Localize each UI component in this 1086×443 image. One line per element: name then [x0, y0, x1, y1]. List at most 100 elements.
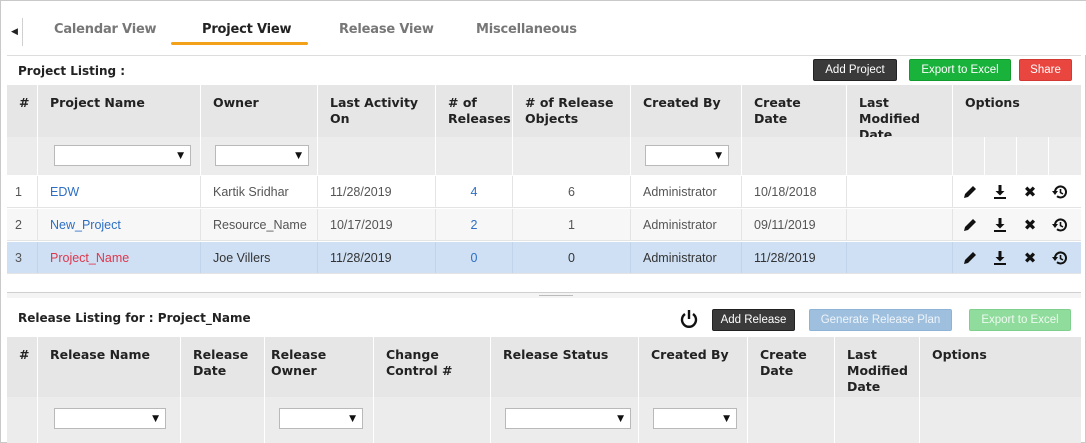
col-header-change-control[interactable]: Change Control #	[374, 337, 491, 397]
add-project-button[interactable]: Add Project	[813, 59, 897, 81]
chevron-down-icon: ▼	[723, 413, 730, 424]
release-filter-row: ▼ ▼ ▼ ▼	[7, 397, 1081, 443]
project-listing-title: Project Listing :	[18, 64, 126, 78]
download-icon[interactable]	[986, 209, 1014, 240]
project-name-link[interactable]: EDW	[50, 185, 79, 199]
col-header-number: #	[7, 337, 38, 397]
share-button[interactable]: Share	[1019, 59, 1072, 81]
col-header-last-activity[interactable]: Last Activity On	[318, 85, 436, 137]
release-created-by-filter-select[interactable]: ▼	[653, 408, 737, 429]
owner-filter-select[interactable]: ▼	[215, 145, 309, 166]
app-frame: ◀ Calendar View Project View Release Vie…	[0, 0, 1086, 443]
close-icon[interactable]: ✖	[1016, 242, 1044, 273]
history-icon[interactable]	[1046, 209, 1074, 240]
last-activity-cell: 11/28/2019	[318, 242, 436, 273]
create-date-cell: 11/28/2019	[742, 242, 847, 273]
table-row-selected[interactable]: 3 Project_Name Joe Villers 11/28/2019 0 …	[7, 242, 1081, 274]
created-by-filter-select[interactable]: ▼	[645, 145, 729, 166]
col-header-last-modified[interactable]: Last Modified Date	[835, 337, 920, 397]
created-by-cell: Administrator	[631, 209, 742, 240]
pencil-icon[interactable]	[956, 176, 984, 207]
download-icon[interactable]	[986, 176, 1014, 207]
owner-cell: Resource_Name	[201, 209, 318, 240]
chevron-down-icon: ▼	[295, 150, 302, 161]
export-to-excel-button[interactable]: Export to Excel	[909, 59, 1011, 81]
chevron-down-icon: ▼	[349, 413, 356, 424]
release-table: # Release Name Release Date Release Owne…	[7, 337, 1081, 443]
release-status-filter-select[interactable]: ▼	[505, 408, 631, 429]
release-objects-cell: 1	[513, 209, 631, 240]
release-listing-header: Release Listing for : Project_Name Add R…	[7, 305, 1081, 335]
created-by-cell: Administrator	[631, 242, 742, 273]
panel-splitter[interactable]	[7, 292, 1081, 298]
power-icon[interactable]	[677, 307, 701, 331]
table-row[interactable]: 2 New_Project Resource_Name 10/17/2019 2…	[7, 209, 1081, 241]
tab-project-view[interactable]: Project View	[202, 22, 292, 37]
release-export-to-excel-button[interactable]: Export to Excel	[969, 309, 1071, 331]
col-header-release-name[interactable]: Release Name	[38, 337, 181, 397]
tab-miscellaneous[interactable]: Miscellaneous	[476, 22, 577, 37]
col-header-owner[interactable]: Owner	[201, 85, 318, 137]
generate-release-plan-button[interactable]: Generate Release Plan	[809, 309, 952, 331]
tab-release-view[interactable]: Release View	[339, 22, 434, 37]
chevron-down-icon: ▼	[715, 150, 722, 161]
releases-count-link[interactable]: 0	[471, 251, 478, 265]
project-name-link[interactable]: New_Project	[50, 218, 121, 232]
add-release-button[interactable]: Add Release	[712, 309, 795, 331]
chevron-down-icon: ▼	[177, 150, 184, 161]
col-header-release-owner[interactable]: Release Owner	[265, 337, 374, 397]
history-icon[interactable]	[1046, 242, 1074, 273]
col-header-releases[interactable]: # of Releases	[436, 85, 513, 137]
owner-cell: Joe Villers	[201, 242, 318, 273]
col-header-release-status[interactable]: Release Status	[491, 337, 639, 397]
row-number: 2	[7, 209, 38, 240]
active-tab-indicator	[171, 42, 308, 45]
release-name-filter-select[interactable]: ▼	[54, 408, 166, 429]
project-filter-row: ▼ ▼ ▼	[7, 137, 1081, 175]
project-name-filter-select[interactable]: ▼	[54, 145, 191, 166]
created-by-cell: Administrator	[631, 176, 742, 207]
pencil-icon[interactable]	[956, 209, 984, 240]
close-icon[interactable]: ✖	[1016, 209, 1044, 240]
col-header-release-date[interactable]: Release Date	[181, 337, 265, 397]
project-table-header: # Project Name Owner Last Activity On # …	[7, 85, 1081, 142]
col-header-release-objects[interactable]: # of Release Objects	[513, 85, 631, 137]
col-header-options: Options	[965, 95, 1020, 110]
col-header-created-by[interactable]: Created By	[639, 337, 748, 397]
pencil-icon[interactable]	[956, 242, 984, 273]
close-icon[interactable]: ✖	[1016, 176, 1044, 207]
release-table-header: # Release Name Release Date Release Owne…	[7, 337, 1081, 397]
create-date-cell: 09/11/2019	[742, 209, 847, 240]
project-name-link[interactable]: Project_Name	[50, 251, 129, 265]
col-header-create-date[interactable]: Create Date	[742, 85, 847, 137]
project-table: # Project Name Owner Last Activity On # …	[7, 85, 1081, 293]
col-header-created-by[interactable]: Created By	[631, 85, 742, 137]
release-objects-cell: 0	[513, 242, 631, 273]
history-icon[interactable]	[1046, 176, 1074, 207]
project-listing-header: Project Listing : Add Project Export to …	[7, 55, 1081, 85]
create-date-cell: 10/18/2018	[742, 176, 847, 207]
releases-count-link[interactable]: 4	[471, 185, 478, 199]
row-number: 1	[7, 176, 38, 207]
table-row[interactable]: 1 EDW Kartik Sridhar 11/28/2019 4 6 Admi…	[7, 176, 1081, 208]
collapse-panel-button[interactable]: ◀	[7, 18, 23, 46]
releases-count-link[interactable]: 2	[471, 218, 478, 232]
tab-calendar-view[interactable]: Calendar View	[54, 22, 157, 37]
chevron-down-icon: ▼	[617, 413, 624, 424]
last-modified-cell	[847, 242, 953, 273]
release-listing-title: Release Listing for : Project_Name	[18, 311, 251, 325]
chevron-down-icon: ▼	[152, 413, 159, 424]
last-modified-cell	[847, 176, 953, 207]
splitter-grip[interactable]	[539, 295, 573, 296]
col-header-last-modified[interactable]: Last Modified Date	[847, 85, 953, 142]
col-header-project-name[interactable]: Project Name	[38, 85, 201, 137]
col-header-create-date[interactable]: Create Date	[748, 337, 835, 397]
view-tab-bar: ◀ Calendar View Project View Release Vie…	[1, 1, 1086, 55]
last-activity-cell: 10/17/2019	[318, 209, 436, 240]
download-icon[interactable]	[986, 242, 1014, 273]
row-number: 3	[7, 242, 38, 273]
last-activity-cell: 11/28/2019	[318, 176, 436, 207]
release-owner-filter-select[interactable]: ▼	[279, 408, 363, 429]
col-header-number: #	[7, 85, 38, 137]
owner-cell: Kartik Sridhar	[201, 176, 318, 207]
